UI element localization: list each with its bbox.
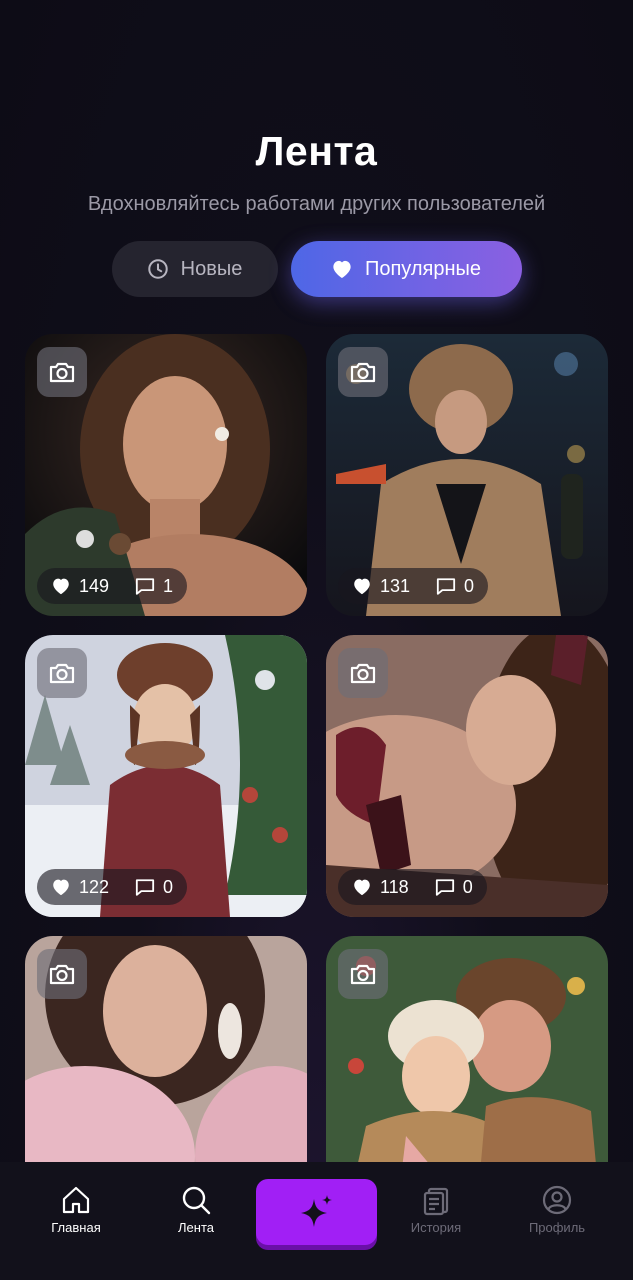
feed-tabs: Новые Популярные: [0, 241, 633, 297]
camera-icon: [350, 964, 376, 985]
tab-new-label: Новые: [180, 257, 243, 280]
heart-icon: [354, 879, 370, 896]
clock-icon: [147, 259, 168, 279]
clipboard-icon: [423, 1187, 449, 1216]
nav-home[interactable]: Главная: [26, 1184, 126, 1235]
bottom-nav: Главная Лента История Профиль: [0, 1162, 633, 1280]
nav-profile[interactable]: Профиль: [507, 1184, 607, 1235]
camera-icon-badge: [338, 648, 388, 698]
camera-icon: [49, 964, 75, 985]
create-button[interactable]: [256, 1179, 377, 1245]
likes-count: 131: [380, 575, 411, 596]
card-stats: 122 0: [37, 869, 188, 905]
nav-home-label: Главная: [51, 1220, 101, 1235]
page-title: Лента: [255, 128, 378, 174]
header: Лента Вдохновляйтесь работами других пол…: [0, 128, 633, 216]
camera-icon: [49, 362, 75, 383]
camera-icon: [350, 362, 376, 383]
comment-icon: [435, 878, 454, 896]
feed-card[interactable]: 149 1: [25, 334, 307, 616]
comment-icon: [436, 577, 456, 595]
tab-popular-label: Популярные: [364, 257, 482, 280]
camera-icon-badge: [338, 949, 388, 999]
comments-count: 1: [163, 575, 174, 596]
heart-icon: [53, 879, 69, 896]
comments-count: 0: [163, 876, 174, 897]
tab-new[interactable]: Новые: [111, 241, 278, 297]
comments-count: 0: [464, 575, 475, 596]
comments-count: 0: [462, 876, 473, 897]
camera-icon-badge: [338, 347, 388, 397]
nav-feed-label: Лента: [178, 1220, 214, 1235]
camera-icon: [350, 663, 376, 684]
camera-icon: [49, 663, 75, 684]
sparkle-icon: [300, 1195, 332, 1227]
tab-popular[interactable]: Популярные: [290, 241, 522, 297]
page-subtitle: Вдохновляйтесь работами других пользоват…: [87, 193, 546, 215]
feed-card[interactable]: 131 0: [326, 334, 608, 616]
heart-icon: [333, 260, 351, 279]
feed-card[interactable]: 118 0: [326, 635, 608, 917]
card-stats: 149 1: [37, 568, 188, 604]
card-stats: 131 0: [338, 568, 489, 604]
comment-icon: [135, 577, 155, 595]
camera-icon-badge: [37, 949, 87, 999]
nav-feed[interactable]: Лента: [146, 1184, 246, 1235]
profile-icon: [542, 1185, 572, 1215]
nav-history-label: История: [410, 1220, 462, 1235]
card-stats: 118 0: [338, 869, 487, 905]
nav-history[interactable]: История: [386, 1184, 486, 1235]
likes-count: 118: [380, 876, 409, 897]
feed-screen: Лента Вдохновляйтесь работами других пол…: [0, 0, 633, 1280]
nav-profile-label: Профиль: [528, 1220, 586, 1235]
search-icon: [182, 1186, 211, 1215]
camera-icon-badge: [37, 648, 87, 698]
heart-icon: [53, 578, 69, 595]
comment-icon: [135, 878, 155, 896]
camera-icon-badge: [37, 347, 87, 397]
likes-count: 122: [79, 876, 110, 897]
home-icon: [62, 1186, 90, 1214]
feed-card[interactable]: 122 0: [25, 635, 307, 917]
heart-icon: [354, 578, 370, 595]
likes-count: 149: [79, 575, 110, 596]
